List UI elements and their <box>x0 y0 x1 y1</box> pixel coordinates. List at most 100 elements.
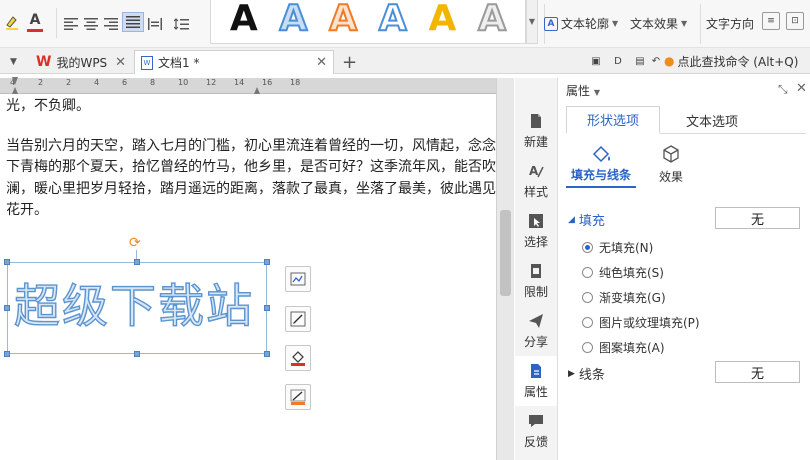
font-color-button[interactable]: A <box>24 12 46 32</box>
fill-section-title: 填充 <box>578 214 605 229</box>
resize-handle-left[interactable] <box>4 305 10 311</box>
fill-section-header[interactable]: ◢ 填充 <box>568 210 605 229</box>
left-indent-marker[interactable] <box>12 87 18 94</box>
horizontal-ruler[interactable]: 4 2 2 4 6 8 10 12 14 16 18 <box>0 77 496 94</box>
justify-button[interactable] <box>122 12 144 32</box>
wordart-style-orange-outline[interactable]: A <box>328 0 358 38</box>
collapse-panel-icon[interactable]: ⤡ <box>778 82 788 97</box>
radio-solid-fill[interactable]: 纯色填充(S) <box>582 264 664 281</box>
text-direction-button[interactable]: 文字方向 <box>706 15 754 32</box>
align-right-button[interactable] <box>102 14 120 34</box>
doc-paragraph-line[interactable]: 花开。 <box>6 200 496 221</box>
close-icon[interactable]: ✕ <box>115 55 126 70</box>
wordart-style-black[interactable]: A <box>230 1 258 37</box>
gallery-more-button[interactable]: ▼ <box>526 0 538 44</box>
resize-handle-top-left[interactable] <box>4 259 10 265</box>
shape-fill-button[interactable] <box>285 345 311 371</box>
command-search-label: 点此查找命令 (Alt+Q) <box>677 54 799 69</box>
wordart-text[interactable]: 超级下载站 <box>13 278 254 334</box>
doc-paragraph-line[interactable]: 下青梅的那个夏天，拾忆曾经的竹马，他乡里，是否可好？这季流年风，能否吹拢 <box>6 157 496 178</box>
sidebar-item-share[interactable]: 分享 <box>515 306 557 356</box>
shape-outline-button[interactable] <box>285 384 311 410</box>
close-icon[interactable]: ✕ <box>316 55 327 70</box>
radio-picture-fill[interactable]: 图片或纹理填充(P) <box>582 314 700 331</box>
save-icon: ▣ <box>591 55 601 67</box>
wordart-style-blue-outline[interactable]: A <box>378 0 408 38</box>
radio-no-fill[interactable]: 无填充(N) <box>582 239 653 256</box>
text-box-align-button[interactable]: ≡ <box>762 12 780 30</box>
sidebar-item-properties[interactable]: 属性 <box>515 356 557 406</box>
radio-pattern-fill[interactable]: 图案填充(A) <box>582 339 665 356</box>
subtab-fill-line[interactable]: 填充与线条 <box>566 144 636 188</box>
panel-title[interactable]: 属性 ▼ <box>566 82 600 99</box>
scrollbar-thumb[interactable] <box>500 210 511 296</box>
align-center-button[interactable] <box>82 14 100 34</box>
radio-gradient-fill[interactable]: 渐变填充(G) <box>582 289 666 306</box>
doc-paragraph-line[interactable]: 澜，暖心里把岁月轻拾，踏月遥远的距离，落款了最真，坐落了最美，彼此遇见彩 <box>6 179 496 200</box>
right-indent-marker[interactable] <box>254 87 260 94</box>
ruler-tick-label: 18 <box>290 78 301 87</box>
doc-paragraph-line[interactable]: 当告别六月的天空，踏入七月的门槛，初心里流连着曾经的一切，风情起，念念有 <box>6 136 496 157</box>
subtab-effect[interactable]: 效果 <box>636 144 706 188</box>
line-value-button[interactable]: 无 <box>715 361 800 383</box>
command-search[interactable]: ● 点此查找命令 (Alt+Q) <box>664 52 798 70</box>
sidebar-item-label: 限制 <box>523 284 548 299</box>
tab-shape-options[interactable]: 形状选项 <box>566 106 660 134</box>
font-color-icon: A <box>29 12 41 28</box>
docer-button[interactable]: D <box>610 52 626 70</box>
resize-handle-top-right[interactable] <box>264 259 270 265</box>
sidebar-item-select[interactable]: 选择 <box>515 206 557 256</box>
undo-button[interactable]: ↶ <box>648 52 664 70</box>
document-icon: W <box>141 55 153 70</box>
close-icon[interactable]: ✕ <box>796 81 807 96</box>
sidebar-item-style[interactable]: A 样式 <box>515 156 557 206</box>
wordart-style-gray[interactable]: A <box>477 0 507 38</box>
text-outline-button[interactable]: A 文本轮廓 ▼ <box>544 15 618 32</box>
ruler-tick-label: 2 <box>38 78 44 87</box>
rotate-handle-icon[interactable]: ⟳ <box>129 236 143 250</box>
edit-shape-button[interactable] <box>285 306 311 332</box>
new-document-icon <box>531 113 541 128</box>
sidebar-item-new[interactable]: 新建 <box>515 106 557 156</box>
text-box-wrap-button[interactable]: ⊡ <box>786 12 804 30</box>
doc-paragraph-line[interactable]: 光，不负卿。 <box>6 96 496 117</box>
feedback-icon <box>529 414 543 427</box>
wordart-style-blue-gradient[interactable]: A <box>279 0 309 38</box>
new-tab-button[interactable]: + <box>336 50 358 74</box>
chevron-down-icon: ▼ <box>528 17 536 26</box>
highlighter-icon <box>6 16 18 30</box>
line-section-header[interactable]: ▶ 线条 <box>568 364 605 383</box>
ruler-tick-label: 6 <box>122 78 128 87</box>
align-left-button[interactable] <box>62 14 80 34</box>
tab-my-wps[interactable]: W 我的WPS ✕ <box>30 50 132 74</box>
line-spacing-button[interactable] <box>172 14 194 34</box>
sidebar-item-restrict[interactable]: 限制 <box>515 256 557 306</box>
line-spacing-icon <box>174 18 189 30</box>
highlight-color-button[interactable] <box>2 12 22 32</box>
line-section-title: 线条 <box>578 368 605 383</box>
text-effect-button[interactable]: 文本效果 ▼ <box>630 15 687 32</box>
save-button[interactable]: ▣ <box>588 52 604 70</box>
tab-text-options[interactable]: 文本选项 <box>670 106 754 134</box>
layout-options-button[interactable] <box>285 266 311 292</box>
print-preview-button[interactable]: ▤ <box>632 52 648 70</box>
ruler-tick-label: 10 <box>178 78 189 87</box>
sidebar-item-feedback[interactable]: 反馈 <box>515 406 557 456</box>
resize-handle-right[interactable] <box>264 305 270 311</box>
resize-handle-top[interactable] <box>134 259 140 265</box>
text-align-top-icon: ≡ <box>767 16 775 26</box>
fill-value-button[interactable]: 无 <box>715 207 800 229</box>
chevron-down-icon: ▼ <box>593 88 600 97</box>
resize-handle-bottom-right[interactable] <box>264 351 270 357</box>
radio-label: 纯色填充(S) <box>599 266 664 280</box>
svg-text:A: A <box>529 164 539 178</box>
distribute-button[interactable] <box>146 14 164 34</box>
wordart-style-yellow[interactable]: A <box>429 1 457 37</box>
tab-document[interactable]: W 文档1 * ✕ <box>134 50 334 74</box>
resize-handle-bottom-left[interactable] <box>4 351 10 357</box>
font-color-swatch <box>27 29 43 32</box>
align-right-icon <box>104 18 118 30</box>
vertical-scrollbar[interactable] <box>496 78 514 460</box>
resize-handle-bottom[interactable] <box>134 351 140 357</box>
tab-list-menu[interactable]: ▼ <box>4 50 26 74</box>
